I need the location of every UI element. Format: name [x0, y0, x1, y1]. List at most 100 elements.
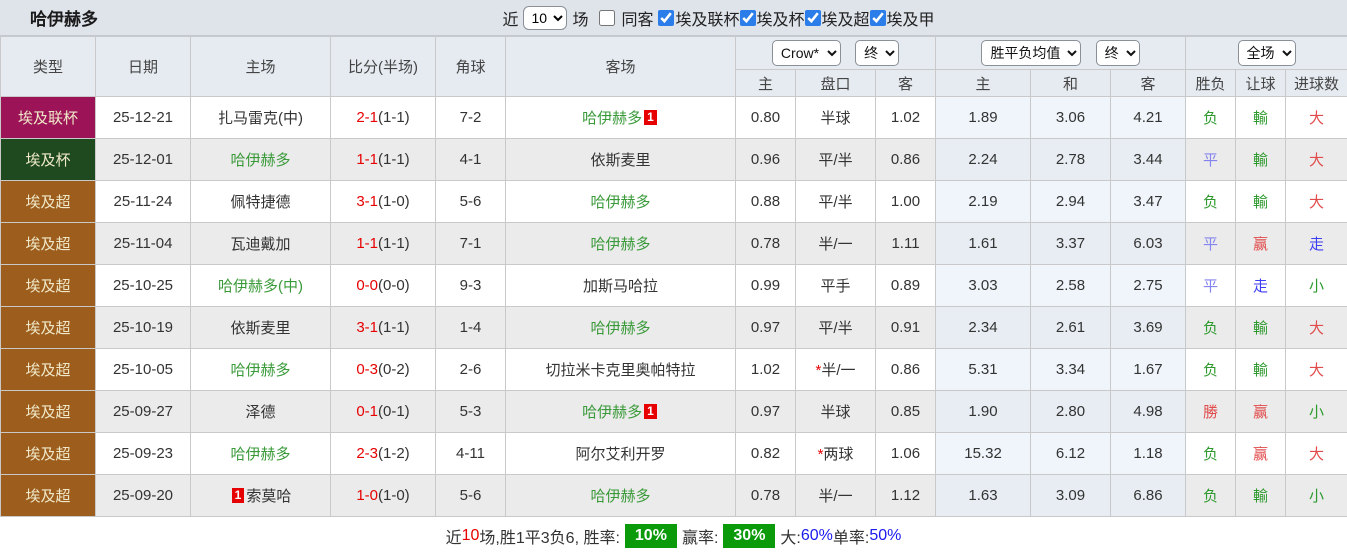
- avg-away-cell: 4.98: [1111, 391, 1186, 433]
- summary-text: 赢率:: [682, 524, 718, 548]
- fulltime-score: 1-1: [356, 235, 378, 252]
- score-cell: 3-1(1-0): [331, 181, 436, 223]
- league-filter-group: 埃及联杯埃及杯埃及超埃及甲: [658, 6, 934, 30]
- league-checkbox[interactable]: [870, 10, 886, 26]
- fulltime-score: 0-1: [356, 403, 378, 420]
- league-filter-埃及杯: 埃及杯: [740, 6, 805, 30]
- wdl-result-cell: 负: [1186, 97, 1236, 139]
- goals-result-cell: 小: [1286, 265, 1347, 307]
- avg-type-select[interactable]: 胜平负均值: [981, 40, 1081, 66]
- team-name: 扎马雷克(中): [218, 110, 303, 127]
- score-cell: 3-1(1-1): [331, 307, 436, 349]
- odds-away-cell: 1.06: [876, 433, 936, 475]
- league-filter-埃及甲: 埃及甲: [870, 6, 935, 30]
- league-type-cell: 埃及超: [1, 475, 96, 517]
- corner-cell: 7-2: [436, 97, 506, 139]
- away-team-cell: 阿尔艾利开罗: [506, 433, 736, 475]
- matches-label: 场: [572, 6, 588, 30]
- subcol-wdl: 胜负: [1186, 70, 1236, 97]
- bookmaker-select[interactable]: Crow*: [772, 40, 841, 66]
- home-team-cell: 依斯麦里: [191, 307, 331, 349]
- odds-home-cell: 0.97: [736, 391, 796, 433]
- away-team-cell: 加斯马哈拉: [506, 265, 736, 307]
- team-name: 切拉米卡克里奥帕特拉: [545, 362, 695, 379]
- halftime-score: (0-0): [378, 277, 410, 294]
- league-checkbox[interactable]: [805, 10, 821, 26]
- goals-result-cell: 大: [1286, 181, 1347, 223]
- avg-time-select[interactable]: 终: [1096, 40, 1140, 66]
- odds-away-cell: 0.86: [876, 349, 936, 391]
- goals-result-cell: 大: [1286, 307, 1347, 349]
- avg-home-cell: 2.34: [936, 307, 1031, 349]
- odds-away-cell: 1.02: [876, 97, 936, 139]
- avg-draw-cell: 3.37: [1031, 223, 1111, 265]
- halftime-score: (1-0): [378, 487, 410, 504]
- date-cell: 25-12-21: [96, 97, 191, 139]
- wdl-result-cell: 负: [1186, 349, 1236, 391]
- summary-text: 近: [446, 524, 462, 548]
- team-name: 泽德: [245, 404, 275, 421]
- away-team-cell: 哈伊赫多1: [506, 97, 736, 139]
- team-name: 哈伊赫多: [590, 488, 650, 505]
- avg-away-cell: 4.21: [1111, 97, 1186, 139]
- away-team-cell: 依斯麦里: [506, 139, 736, 181]
- halftime-score: (1-1): [378, 151, 410, 168]
- avg-away-cell: 2.75: [1111, 265, 1186, 307]
- avg-away-cell: 3.47: [1111, 181, 1186, 223]
- handicap-cell: 平/半: [796, 307, 876, 349]
- date-cell: 25-10-05: [96, 349, 191, 391]
- handicap-result-cell: 輸: [1236, 307, 1286, 349]
- home-team-cell: 哈伊赫多: [191, 433, 331, 475]
- summary-footer: 近10场,胜1平3负6, 胜率:10% 赢率:30% 大:60% 单率:50%: [0, 517, 1347, 555]
- handicap-cell: 半/一: [796, 475, 876, 517]
- team-name: 哈伊赫多: [230, 446, 290, 463]
- handicap-cell: 平/半: [796, 181, 876, 223]
- score-cell: 2-3(1-2): [331, 433, 436, 475]
- avg-away-cell: 6.86: [1111, 475, 1186, 517]
- away-team-cell: 哈伊赫多: [506, 181, 736, 223]
- league-type-cell: 埃及杯: [1, 139, 96, 181]
- subcol-handicap-result: 让球: [1236, 70, 1286, 97]
- avg-home-cell: 15.32: [936, 433, 1031, 475]
- team-name: 依斯麦里: [230, 320, 290, 337]
- handicap-result-cell: 輸: [1236, 139, 1286, 181]
- odds-home-cell: 0.80: [736, 97, 796, 139]
- avg-home-cell: 1.89: [936, 97, 1031, 139]
- odds-away-cell: 1.11: [876, 223, 936, 265]
- subcol-odds-away: 客: [876, 70, 936, 97]
- handicap-result-cell: 輸: [1236, 475, 1286, 517]
- away-team-cell: 切拉米卡克里奥帕特拉: [506, 349, 736, 391]
- home-team-cell: 佩特捷德: [191, 181, 331, 223]
- league-type-cell: 埃及超: [1, 181, 96, 223]
- league-type-cell: 埃及超: [1, 391, 96, 433]
- same-away-checkbox[interactable]: [599, 10, 615, 26]
- league-checkbox[interactable]: [658, 10, 674, 26]
- match-count-select[interactable]: 10: [523, 6, 567, 30]
- league-checkbox[interactable]: [740, 10, 756, 26]
- avg-home-cell: 1.61: [936, 223, 1031, 265]
- ranking-badge: 1: [644, 404, 657, 419]
- team-name: 哈伊赫多: [582, 110, 642, 127]
- page-title: 哈伊赫多: [30, 5, 98, 30]
- league-type-cell: 埃及超: [1, 223, 96, 265]
- team-name: 哈伊赫多(中): [218, 278, 303, 295]
- avg-draw-cell: 3.06: [1031, 97, 1111, 139]
- summary-text: 场,胜1平3负6, 胜率:: [479, 524, 619, 548]
- avg-home-cell: 1.63: [936, 475, 1031, 517]
- rate-badge: 10%: [625, 524, 677, 548]
- avg-draw-cell: 2.80: [1031, 391, 1111, 433]
- handicap-result-cell: 赢: [1236, 433, 1286, 475]
- col-header-type: 类型: [1, 37, 96, 97]
- team-name: 佩特捷德: [230, 194, 290, 211]
- handicap-cell: 平/半: [796, 139, 876, 181]
- score-cell: 2-1(1-1): [331, 97, 436, 139]
- filter-controls: 近 10 场 同客 埃及联杯埃及杯埃及超埃及甲: [412, 6, 934, 30]
- odds-time-select[interactable]: 终: [855, 40, 899, 66]
- avg-draw-cell: 2.78: [1031, 139, 1111, 181]
- handicap-result-cell: 輸: [1236, 181, 1286, 223]
- scope-select[interactable]: 全场: [1238, 40, 1296, 66]
- match-history-table: 类型 日期 主场 比分(半场) 角球 客场 Crow* 终 胜平负均值 终 全场…: [0, 36, 1347, 517]
- league-filter-埃及超: 埃及超: [805, 6, 870, 30]
- team-name: 哈伊赫多: [590, 194, 650, 211]
- corner-cell: 2-6: [436, 349, 506, 391]
